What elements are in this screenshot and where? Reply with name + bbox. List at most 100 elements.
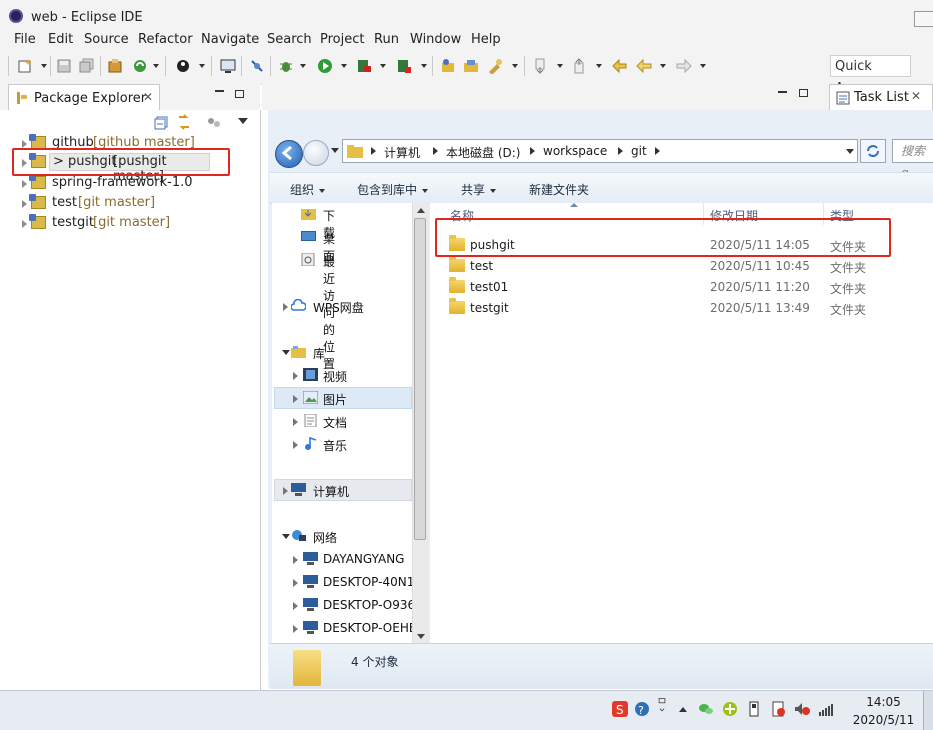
nav-item-network[interactable]: 网络 [282, 527, 402, 547]
build-icon[interactable] [107, 58, 123, 74]
skip-breakpoints-icon[interactable] [249, 58, 265, 74]
minimize-button[interactable] [914, 11, 933, 27]
coverage-dropdown-icon[interactable] [380, 64, 386, 68]
tree-item-testgit[interactable]: testgit [git master] [0, 214, 200, 233]
nav-item-computer[interactable]: 计算机 [282, 481, 402, 501]
search-input[interactable]: 搜索 g [892, 139, 933, 180]
action-center-icon[interactable] [770, 701, 786, 717]
expand-arrow-icon[interactable] [293, 556, 298, 564]
usb-device-icon[interactable] [746, 701, 762, 717]
run-icon[interactable] [317, 58, 333, 74]
expand-arrow-icon[interactable] [293, 372, 298, 380]
minimize-editor-icon[interactable] [778, 91, 787, 93]
breadcrumb-local-disk[interactable]: 本地磁盘 (D:) [446, 144, 520, 161]
scroll-up-icon[interactable] [417, 208, 425, 213]
open-type-icon[interactable] [463, 58, 479, 74]
nav-item-music[interactable]: 音乐 [292, 435, 402, 455]
forward-button[interactable] [303, 140, 329, 166]
nav-item-pictures[interactable]: 图片 [292, 389, 402, 409]
expand-arrow-icon[interactable] [293, 418, 298, 426]
tab-task-list[interactable]: Task List ✕ [829, 84, 933, 110]
menu-window[interactable]: Window [410, 32, 461, 47]
expand-arrow-icon[interactable] [22, 140, 27, 148]
expand-arrow-icon[interactable] [293, 441, 298, 449]
nav-item-network-host[interactable]: DESKTOP-40N1 [292, 573, 412, 593]
breadcrumb-git[interactable]: git [631, 144, 647, 158]
menu-search[interactable]: Search [267, 32, 312, 47]
share-button[interactable]: 共享 [461, 181, 497, 198]
tree-item-test[interactable]: test [git master] [0, 194, 200, 213]
file-row-test01[interactable]: test01 2020/5/11 11:20 文件夹 [443, 277, 883, 298]
close-icon[interactable]: ✕ [143, 90, 153, 104]
expand-arrow-icon[interactable] [22, 180, 27, 188]
scroll-down-icon[interactable] [417, 634, 425, 639]
help-icon[interactable]: ? [634, 701, 650, 717]
refresh-button[interactable] [860, 139, 886, 163]
back-icon[interactable] [636, 58, 652, 74]
menu-run[interactable]: Run [374, 32, 399, 47]
collapse-arrow-icon[interactable] [282, 350, 290, 355]
wechat-icon[interactable] [698, 701, 714, 717]
menu-refactor[interactable]: Refactor [138, 32, 193, 47]
save-all-icon[interactable] [79, 58, 95, 74]
focus-task-icon[interactable] [207, 116, 221, 130]
next-annotation-dropdown-icon[interactable] [557, 64, 563, 68]
taskbar-clock[interactable]: 14:05 2020/5/11 [846, 695, 921, 728]
nav-item-network-host[interactable]: DAYANGYANG [292, 550, 412, 570]
server-icon[interactable] [175, 58, 191, 74]
collapse-arrow-icon[interactable] [282, 534, 290, 539]
address-bar[interactable]: 计算机 本地磁盘 (D:) workspace git [342, 139, 858, 163]
quick-access-field[interactable]: Quick Access [830, 55, 911, 96]
nav-item-wps[interactable]: WPS网盘 [282, 297, 402, 317]
minimize-view-icon[interactable] [215, 90, 224, 92]
collapse-all-icon[interactable] [154, 116, 168, 130]
new-dropdown-icon[interactable] [41, 64, 47, 68]
organize-button[interactable]: 组织 [290, 181, 326, 198]
next-annotation-icon[interactable] [533, 58, 549, 74]
breadcrumb-computer[interactable]: 计算机 [384, 144, 420, 161]
view-menu-icon[interactable] [238, 118, 248, 124]
language-bar-options-icon[interactable] [656, 697, 668, 713]
previous-annotation-dropdown-icon[interactable] [596, 64, 602, 68]
expand-arrow-icon[interactable] [283, 487, 288, 495]
address-dropdown-icon[interactable] [846, 149, 854, 154]
save-icon[interactable] [56, 58, 72, 74]
breadcrumb-workspace[interactable]: workspace [543, 144, 607, 158]
expand-arrow-icon[interactable] [22, 200, 27, 208]
close-icon[interactable]: ✕ [911, 89, 921, 103]
menu-edit[interactable]: Edit [48, 32, 73, 47]
menu-help[interactable]: Help [471, 32, 501, 47]
menu-project[interactable]: Project [320, 32, 364, 47]
last-edit-location-icon[interactable] [612, 58, 628, 74]
expand-arrow-icon[interactable] [283, 303, 288, 311]
expand-arrow-icon[interactable] [293, 395, 298, 403]
menu-file[interactable]: File [14, 32, 36, 47]
include-in-library-button[interactable]: 包含到库中 [357, 181, 429, 198]
debug-icon[interactable] [278, 58, 294, 74]
file-row-test[interactable]: test 2020/5/11 10:45 文件夹 [443, 256, 883, 277]
show-desktop-button[interactable] [923, 691, 933, 730]
tree-item-spring-framework[interactable]: spring-framework-1.0 [0, 174, 200, 193]
expand-arrow-icon[interactable] [293, 579, 298, 587]
refresh-dropdown-icon[interactable] [153, 64, 159, 68]
debug-dropdown-icon[interactable] [300, 64, 306, 68]
external-tools-dropdown-icon[interactable] [421, 64, 427, 68]
new-java-project-icon[interactable] [440, 58, 456, 74]
file-row-testgit[interactable]: testgit 2020/5/11 13:49 文件夹 [443, 298, 883, 319]
run-dropdown-icon[interactable] [341, 64, 347, 68]
new-folder-button[interactable]: 新建文件夹 [529, 181, 589, 198]
volume-muted-icon[interactable] [794, 701, 810, 717]
server-dropdown-icon[interactable] [199, 64, 205, 68]
menu-source[interactable]: Source [84, 32, 129, 47]
refresh-icon[interactable] [132, 58, 148, 74]
expand-arrow-icon[interactable] [22, 220, 27, 228]
history-dropdown-icon[interactable] [331, 148, 339, 153]
show-hidden-icons-icon[interactable] [679, 707, 687, 712]
new-icon[interactable] [17, 58, 33, 74]
network-signal-icon[interactable] [818, 701, 834, 717]
terminal-icon[interactable] [220, 58, 236, 74]
external-tools-icon[interactable] [396, 58, 412, 74]
nav-item-network-host[interactable]: DESKTOP-OEHE [292, 619, 412, 639]
expand-arrow-icon[interactable] [293, 602, 298, 610]
maximize-view-icon[interactable] [235, 90, 244, 98]
